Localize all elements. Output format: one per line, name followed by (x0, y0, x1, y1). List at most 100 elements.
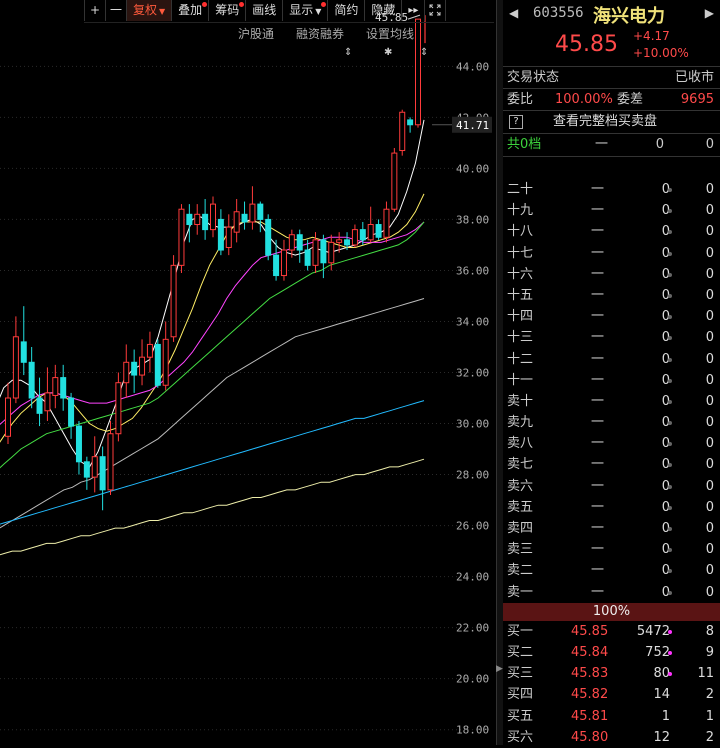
order-diff-value: 9695 (680, 92, 714, 107)
toolbar-item[interactable]: 显示 ▼ (282, 0, 327, 21)
level-count: 0 (705, 393, 714, 409)
event-marker-icon: ✱ (384, 47, 392, 58)
help-icon[interactable]: ? (509, 115, 523, 129)
level-dot-icon (668, 378, 672, 383)
buy-level-row[interactable]: 买三 45.83 80 11 (503, 663, 720, 684)
sell-level-row[interactable]: 十四一 0 0 (503, 306, 720, 327)
toolbar-item[interactable]: 隐藏 (364, 0, 401, 21)
level-price: 一 (591, 203, 605, 219)
candle-body (5, 397, 11, 437)
candle-body (407, 119, 414, 126)
sell-level-row[interactable]: 十三一 0 0 (503, 327, 720, 348)
level-dot-icon (668, 463, 672, 468)
candle-body (91, 456, 98, 478)
sell-level-row[interactable]: 卖三一 0 0 (503, 539, 720, 560)
level-count: 0 (705, 224, 714, 240)
full-book-button[interactable]: ? 查看完整档买卖盘 (503, 111, 720, 134)
hide-arrows-icon[interactable]: ▸▸ (401, 0, 424, 21)
next-stock-icon[interactable]: ▶ (705, 6, 714, 20)
sell-level-row[interactable]: 卖六一 0 0 (503, 476, 720, 497)
sell-level-row[interactable]: 十五一 0 0 (503, 285, 720, 306)
trade-status-label: 交易状态 (507, 70, 560, 85)
level-price: 一 (591, 287, 605, 303)
kline-chart-area[interactable]: 44.0042.0040.0038.0036.0034.0032.0030.00… (0, 0, 496, 745)
total-dash: 一 (595, 137, 609, 152)
level-price: 一 (591, 309, 605, 325)
buy-level-row[interactable]: 买五 45.81 1 1 (503, 706, 720, 727)
toolbar-item[interactable]: 简约 (327, 0, 364, 21)
level-price: 一 (591, 224, 605, 240)
candle-body (75, 425, 82, 463)
candle-body (170, 264, 177, 338)
y-tick-label: 22.00 (456, 622, 489, 635)
event-marker-icon: ⇕ (420, 47, 428, 58)
level-label: 卖九 (507, 415, 534, 431)
kline-chart[interactable]: 44.0042.0040.0038.0036.0034.0032.0030.00… (0, 0, 496, 745)
prev-stock-icon[interactable]: ◀ (509, 6, 518, 20)
sell-level-row[interactable]: 十二一 0 0 (503, 349, 720, 370)
candle-body (52, 377, 59, 396)
collapse-panel-icon[interactable]: ▶ (496, 664, 503, 674)
candle-body (146, 343, 153, 358)
level-dot-icon (668, 629, 672, 634)
margin-trading-link[interactable]: 融资融券 (296, 25, 344, 42)
y-tick-label: 28.00 (456, 469, 489, 482)
toolbar-item[interactable]: 画线 (245, 0, 282, 21)
sell-level-row[interactable]: 卖九一 0 0 (503, 412, 720, 433)
buy-level-row[interactable]: 买一 45.85 5472 8 (503, 621, 720, 642)
level-count: 0 (705, 457, 714, 473)
candle-body (415, 18, 421, 126)
level-dot-icon (668, 569, 672, 574)
level-count: 0 (705, 542, 714, 558)
sell-level-row[interactable]: 十九一 0 0 (503, 200, 720, 221)
level-price: 一 (591, 245, 605, 261)
sell-level-row[interactable]: 十六一 0 0 (503, 264, 720, 285)
y-tick-label: 38.00 (456, 213, 489, 226)
zoom-out-button[interactable]: 一 (105, 0, 126, 21)
sell-level-row[interactable]: 卖七一 0 0 (503, 454, 720, 475)
sell-level-row[interactable]: 十七一 0 0 (503, 243, 720, 264)
sell-level-row[interactable]: 十八一 0 0 (503, 221, 720, 242)
candle-body (233, 211, 240, 233)
zoom-in-button[interactable]: + (84, 0, 105, 21)
candle-body (391, 152, 398, 210)
sell-level-row[interactable]: 卖八一 0 0 (503, 433, 720, 454)
buy-level-row[interactable]: 买二 45.84 752 9 (503, 642, 720, 663)
notify-dot-icon (239, 2, 245, 7)
sell-level-row[interactable]: 十一一 0 0 (503, 370, 720, 391)
candle-body (383, 208, 390, 238)
y-tick-label: 40.00 (456, 162, 489, 175)
level-price: 一 (591, 351, 605, 367)
level-price: 一 (591, 182, 605, 197)
toolbar-item[interactable]: 筹码 (208, 0, 245, 21)
y-tick-label: 44.00 (456, 60, 489, 73)
chart-toolbar: + 一 复权 ▼ 叠加 筹码 画线 显示 ▼ 简约 隐藏 ▸▸ (84, 0, 494, 23)
toolbar-item[interactable]: 叠加 (171, 0, 208, 21)
level-volume: 752 (645, 644, 670, 660)
candle-body (44, 392, 51, 412)
candle-body (107, 433, 114, 491)
sell-level-row[interactable]: 卖五一 0 0 (503, 497, 720, 518)
hk-connect-link[interactable]: 沪股通 (238, 25, 274, 42)
sell-level-row[interactable]: 卖二一 0 0 (503, 560, 720, 581)
y-tick-label: 24.00 (456, 571, 489, 584)
sell-level-row[interactable]: 二十一 0 0 (503, 179, 720, 200)
total-v1: 0 (655, 137, 664, 152)
level-price: 一 (591, 563, 605, 579)
expand-icon[interactable] (424, 0, 447, 21)
order-ratio-row: 委比 100.00% 委差 9695 (503, 89, 720, 111)
level-dot-icon (668, 357, 672, 362)
bid-ask-percent-bar: 100% (503, 602, 720, 621)
total-v2: 0 (705, 137, 714, 152)
sell-level-row[interactable]: 卖四一 0 0 (503, 518, 720, 539)
buy-level-row[interactable]: 买四 45.82 14 2 (503, 684, 720, 705)
set-ma-link[interactable]: 设置均线 (366, 25, 414, 42)
sell-level-row[interactable]: 卖十一 0 0 (503, 391, 720, 412)
sell-level-row[interactable]: 卖一一 0 0 (503, 582, 720, 603)
candle-body (202, 213, 209, 231)
full-book-label[interactable]: 查看完整档买卖盘 (553, 111, 657, 133)
level-label: 买四 (507, 687, 534, 703)
toolbar-item[interactable]: 复权 ▼ (126, 0, 172, 21)
level-dot-icon (668, 527, 672, 531)
stock-code: 603556 (533, 5, 584, 21)
